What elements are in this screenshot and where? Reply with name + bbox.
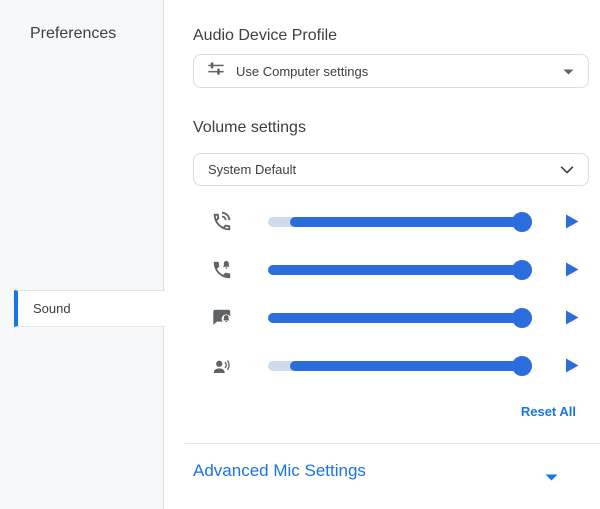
advanced-expand-arrow-icon[interactable] xyxy=(545,468,558,481)
preferences-panel: Preferences Sound Audio Device Profile U… xyxy=(0,0,600,509)
dropdown-arrow-icon xyxy=(563,62,574,80)
phone-in-talk-icon xyxy=(211,211,233,233)
output-device-value: System Default xyxy=(208,162,297,177)
volume-slider-row-ringtone xyxy=(164,259,600,281)
play-message-sound-button[interactable] xyxy=(563,309,581,327)
volume-slider-row-message xyxy=(164,307,600,329)
sidebar-title: Preferences xyxy=(30,25,117,42)
volume-slider-row-call xyxy=(164,211,600,233)
volume-settings-heading: Volume settings xyxy=(193,119,306,136)
advanced-mic-settings-toggle[interactable]: Advanced Mic Settings xyxy=(193,460,586,484)
audio-profile-heading: Audio Device Profile xyxy=(193,27,338,44)
person-voice-icon xyxy=(211,355,233,377)
section-divider xyxy=(185,443,600,444)
play-voice-sound-button[interactable] xyxy=(563,357,581,375)
play-call-sound-button[interactable] xyxy=(563,213,581,231)
chat-alert-icon xyxy=(211,307,233,329)
play-ringtone-button[interactable] xyxy=(563,261,581,279)
audio-profile-select[interactable]: Use Computer settings xyxy=(193,54,589,88)
volume-slider-row-voice xyxy=(164,355,600,377)
output-device-select[interactable]: System Default xyxy=(193,153,589,186)
phone-bell-icon xyxy=(211,259,233,281)
sidebar: Preferences Sound xyxy=(0,0,165,509)
sidebar-item-sound[interactable]: Sound xyxy=(14,290,165,327)
reset-all-link[interactable]: Reset All xyxy=(521,404,576,419)
main-content: Audio Device Profile Use Computer settin… xyxy=(164,0,600,509)
slider-thumb[interactable] xyxy=(512,356,532,376)
slider-thumb[interactable] xyxy=(512,260,532,280)
advanced-mic-settings-label: Advanced Mic Settings xyxy=(193,461,366,480)
volume-slider-call[interactable] xyxy=(268,212,532,232)
volume-slider-voice[interactable] xyxy=(268,356,532,376)
tune-icon xyxy=(207,60,225,83)
audio-profile-value: Use Computer settings xyxy=(236,63,369,79)
slider-thumb[interactable] xyxy=(512,308,532,328)
slider-thumb[interactable] xyxy=(512,212,532,232)
volume-slider-ringtone[interactable] xyxy=(268,260,532,280)
volume-slider-message[interactable] xyxy=(268,308,532,328)
sidebar-item-label: Sound xyxy=(33,301,71,316)
chevron-down-icon xyxy=(560,161,574,179)
